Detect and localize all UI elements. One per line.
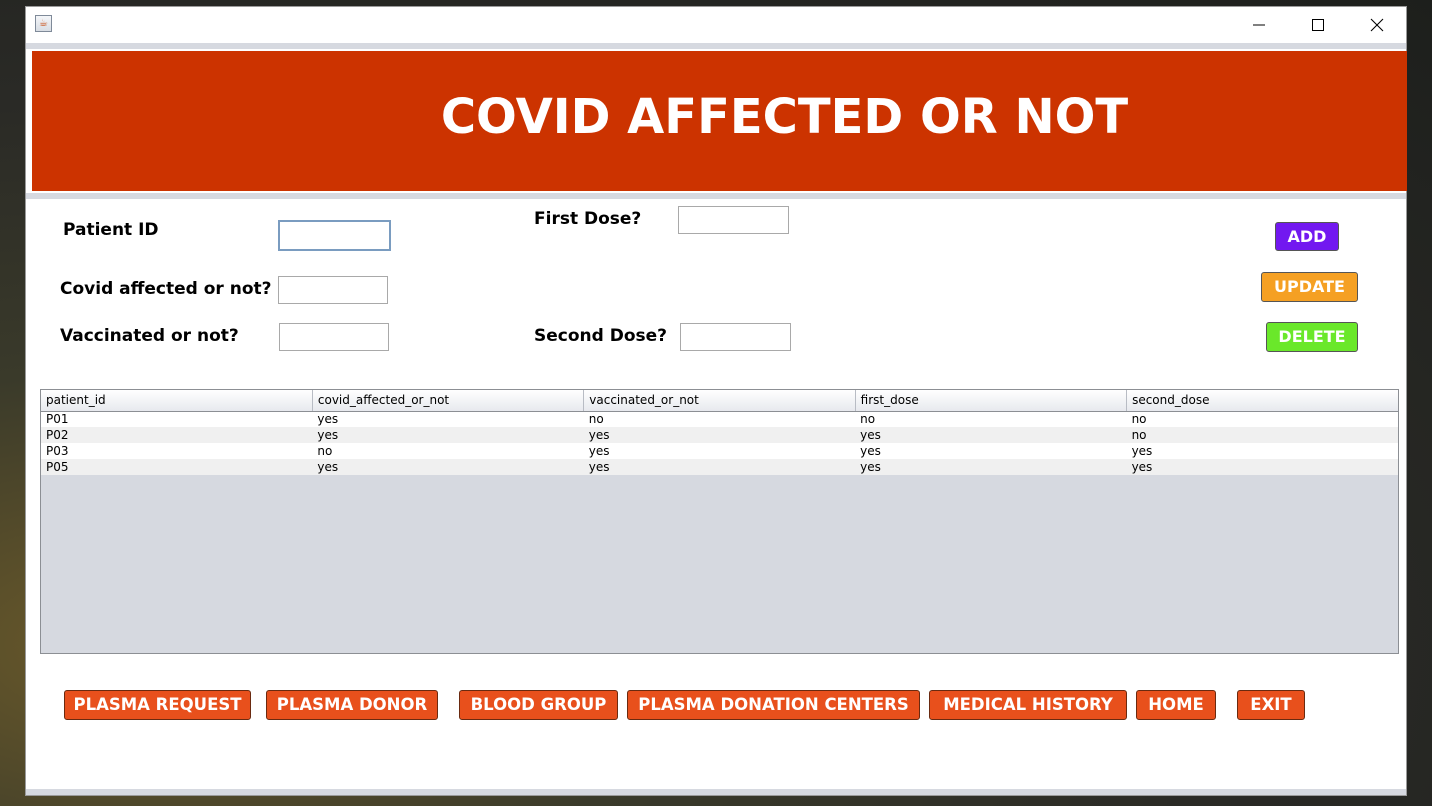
application-window: ☕ COVID AFFECTED OR NOT Patient ID Covid…	[25, 6, 1407, 796]
title-bar[interactable]: ☕	[26, 7, 1406, 43]
table-cell: no	[1126, 427, 1398, 443]
table-cell: yes	[583, 459, 856, 475]
plasma-donation-centers-button[interactable]: PLASMA DONATION CENTERS	[627, 690, 920, 720]
plasma-request-button[interactable]: PLASMA REQUEST	[64, 690, 251, 720]
maximize-button[interactable]	[1289, 7, 1347, 43]
table-cell: yes	[583, 443, 856, 459]
table-row[interactable]: P05 yes yes yes yes	[41, 459, 1398, 475]
table-cell: yes	[583, 427, 856, 443]
table-cell: P01	[41, 411, 313, 427]
table-cell: P02	[41, 427, 313, 443]
patient-id-input[interactable]	[278, 220, 391, 251]
column-header-vaccinated[interactable]: vaccinated_or_not	[583, 390, 856, 412]
content-panel: COVID AFFECTED OR NOT Patient ID Covid a…	[26, 43, 1407, 795]
column-header-patient-id[interactable]: patient_id	[41, 390, 313, 412]
patients-table[interactable]: patient_id covid_affected_or_not vaccina…	[40, 389, 1399, 654]
table-cell: yes	[1126, 459, 1398, 475]
second-dose-label: Second Dose?	[534, 326, 668, 346]
table-cell: no	[855, 411, 1127, 427]
table-cell: yes	[312, 459, 584, 475]
table-cell: yes	[312, 411, 584, 427]
table-cell: P03	[41, 443, 313, 459]
table-cell: P05	[41, 459, 313, 475]
minimize-button[interactable]	[1230, 7, 1288, 43]
plasma-donor-button[interactable]: PLASMA DONOR	[266, 690, 438, 720]
patient-id-label: Patient ID	[63, 220, 159, 240]
exit-button[interactable]: EXIT	[1237, 690, 1305, 720]
table-cell: no	[1126, 411, 1398, 427]
table-row[interactable]: P02 yes yes yes no	[41, 427, 1398, 443]
table-header-row: patient_id covid_affected_or_not vaccina…	[41, 390, 1398, 412]
table-cell: yes	[855, 459, 1127, 475]
table-row[interactable]: P01 yes no no no	[41, 411, 1398, 427]
blood-group-button[interactable]: BLOOD GROUP	[459, 690, 618, 720]
vaccinated-input[interactable]	[279, 323, 389, 351]
table-cell: yes	[312, 427, 584, 443]
close-button[interactable]	[1348, 7, 1406, 43]
medical-history-button[interactable]: MEDICAL HISTORY	[929, 690, 1127, 720]
second-dose-input[interactable]	[680, 323, 791, 351]
first-dose-input[interactable]	[678, 206, 789, 234]
column-header-covid-affected[interactable]: covid_affected_or_not	[312, 390, 585, 412]
bottom-divider	[26, 789, 1406, 795]
page-title: COVID AFFECTED OR NOT	[440, 89, 1129, 145]
table-cell: no	[312, 443, 584, 459]
top-divider	[26, 43, 1406, 49]
minimize-icon	[1253, 24, 1265, 26]
column-header-first-dose[interactable]: first_dose	[855, 390, 1128, 412]
java-app-icon[interactable]: ☕	[35, 15, 52, 32]
column-header-second-dose[interactable]: second_dose	[1126, 390, 1398, 412]
first-dose-label: First Dose?	[534, 209, 642, 229]
table-cell: yes	[1126, 443, 1398, 459]
home-button[interactable]: HOME	[1136, 690, 1216, 720]
vaccinated-label: Vaccinated or not?	[60, 326, 239, 346]
delete-button[interactable]: DELETE	[1266, 322, 1358, 352]
table-row[interactable]: P03 no yes yes yes	[41, 443, 1398, 459]
maximize-icon	[1312, 19, 1324, 31]
covid-affected-input[interactable]	[278, 276, 388, 304]
add-button[interactable]: ADD	[1275, 222, 1339, 251]
table-cell: yes	[855, 443, 1127, 459]
covid-affected-label: Covid affected or not?	[60, 279, 272, 299]
header-banner: COVID AFFECTED OR NOT	[32, 51, 1407, 191]
update-button[interactable]: UPDATE	[1261, 272, 1358, 302]
banner-divider	[26, 193, 1406, 199]
close-icon	[1370, 18, 1384, 32]
table-cell: no	[583, 411, 856, 427]
table-cell: yes	[855, 427, 1127, 443]
